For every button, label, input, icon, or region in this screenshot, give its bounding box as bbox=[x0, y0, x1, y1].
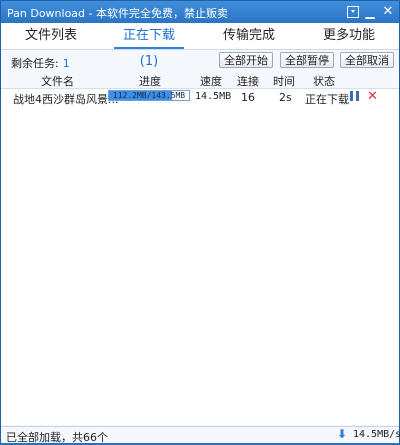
column-header-time[interactable]: 时间 bbox=[273, 73, 295, 89]
remaining-count: 1 bbox=[62, 57, 70, 70]
download-status: 正在下载 bbox=[305, 93, 349, 106]
title-bar: Pan Download - 本软件完全免费，禁止贩卖 ▁ ✕ bbox=[1, 1, 399, 23]
column-header-status[interactable]: 状态 bbox=[313, 73, 335, 89]
remaining-label: 剩余任务: bbox=[11, 57, 59, 70]
file-name: 战地4西沙群岛风景... bbox=[13, 93, 119, 106]
cancel-all-button[interactable]: 全部取消 bbox=[340, 52, 394, 68]
tab-more-features[interactable]: 更多功能 bbox=[319, 23, 379, 49]
column-header-filename[interactable]: 文件名 bbox=[41, 73, 74, 89]
download-list bbox=[1, 105, 399, 425]
progress-bar: 112.2MB/143.5MB bbox=[108, 90, 190, 101]
app-window: Pan Download - 本软件完全免费，禁止贩卖 ▁ ✕ 文件列表 正在下… bbox=[0, 0, 400, 444]
tab-label: 传输完成 bbox=[222, 28, 275, 43]
tab-label: 文件列表 bbox=[24, 28, 77, 43]
tab-file-list[interactable]: 文件列表 bbox=[21, 23, 81, 49]
progress-text: 112.2MB/143.5MB bbox=[112, 91, 186, 100]
table-row[interactable]: 战地4西沙群岛风景... 112.2MB/143.5MB 14.5MB 16 2… bbox=[1, 89, 399, 106]
active-tab-indicator bbox=[114, 47, 184, 49]
menu-button[interactable] bbox=[345, 4, 361, 20]
download-arrow-icon: ⬇ bbox=[337, 427, 348, 441]
tab-downloading[interactable]: 正在下载(1) bbox=[114, 23, 184, 69]
menu-icon bbox=[347, 6, 359, 18]
download-toolbar: 剩余任务: 1 全部开始 全部暂停 全部取消 bbox=[1, 50, 399, 72]
pause-icon[interactable] bbox=[350, 91, 359, 101]
minimize-button[interactable]: ▁ bbox=[362, 4, 378, 20]
connection-count: 16 bbox=[241, 91, 255, 104]
start-all-button[interactable]: 全部开始 bbox=[219, 52, 273, 68]
status-bar: 已全部加载，共66个 ⬇ 14.5MB/s bbox=[1, 426, 400, 444]
close-window-button[interactable]: ✕ bbox=[380, 4, 396, 20]
remaining-tasks: 剩余任务: 1 bbox=[11, 55, 70, 71]
download-speed: 14.5MB bbox=[195, 91, 232, 102]
tab-label: 更多功能 bbox=[322, 28, 375, 43]
column-header-connections[interactable]: 连接 bbox=[237, 73, 259, 89]
window-title: Pan Download - 本软件完全免费，禁止贩卖 bbox=[7, 7, 228, 20]
delete-icon[interactable]: ✕ bbox=[367, 89, 378, 104]
tab-completed[interactable]: 传输完成 bbox=[219, 23, 279, 49]
column-header-progress[interactable]: 进度 bbox=[139, 73, 161, 89]
tab-bar: 文件列表 正在下载(1) 传输完成 更多功能 bbox=[1, 23, 399, 69]
total-speed: 14.5MB/s bbox=[353, 429, 400, 440]
time-remaining: 2s bbox=[279, 91, 292, 104]
pause-all-button[interactable]: 全部暂停 bbox=[280, 52, 334, 68]
column-header-speed[interactable]: 速度 bbox=[200, 73, 222, 89]
table-header: 文件名 进度 速度 连接 时间 状态 bbox=[1, 72, 399, 89]
